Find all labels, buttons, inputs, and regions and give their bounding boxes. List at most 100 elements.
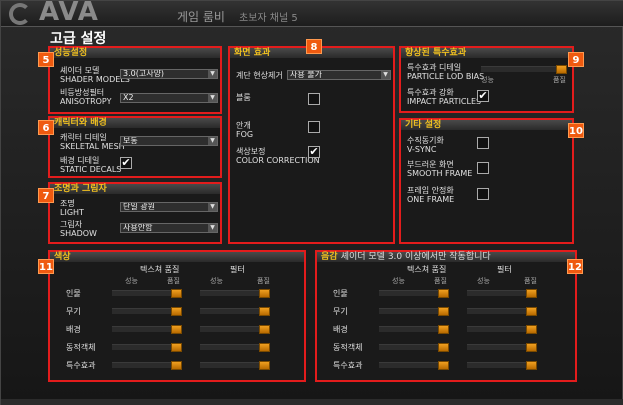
texture-low-label: 성능 [392,277,405,285]
texture-high-label: 품질 [167,277,180,285]
static-checkbox[interactable]: ✔ [120,157,132,169]
vsync-checkbox[interactable] [477,137,489,149]
filter-slider[interactable] [200,343,270,352]
slider-thumb[interactable] [171,361,182,370]
oneframe-label-ko: 프레임 안정화 [407,186,454,195]
slider-thumb[interactable] [171,343,182,352]
slider-thumb[interactable] [171,325,182,334]
slider-thumb[interactable] [259,343,270,352]
fog-checkbox[interactable] [308,121,320,133]
panel-sound-quality: 음감 셰이더 모델 3.0 이상에서만 작동합니다 텍스쳐 품질 필터 성능 품질 성능… [315,250,577,382]
slider-thumb[interactable] [556,65,567,74]
slider-thumb[interactable] [438,325,449,334]
fog-label-ko: 안개 [236,121,251,130]
slider-thumb[interactable] [171,289,182,298]
grid-row-label: 특수효과 [333,361,363,370]
light-label-en: LIGHT [60,208,84,217]
texture-slider[interactable] [379,325,449,334]
chevron-down-icon: ▼ [208,94,217,102]
filter-slider[interactable] [467,307,537,316]
filter-slider[interactable] [467,289,537,298]
filter-slider[interactable] [200,361,270,370]
slider-thumb[interactable] [438,289,449,298]
slider-thumb[interactable] [526,325,537,334]
slider-thumb[interactable] [259,325,270,334]
chevron-down-icon: ▼ [208,203,217,211]
skeletal-value: 보통 [123,136,138,145]
bottom-bar [1,399,623,405]
slider-thumb[interactable] [438,343,449,352]
slider-thumb[interactable] [526,343,537,352]
color-checkbox[interactable]: ✔ [308,146,320,158]
panel-misc: 기타 설정 수직동기화 V-SYNC 부드러운 화면 SMOOTH FRAME … [399,118,574,244]
grid-row-label: 인물 [66,289,81,298]
skeletal-select[interactable]: 보통 ▼ [120,136,218,146]
slider-thumb[interactable] [438,361,449,370]
slider-thumb[interactable] [259,307,270,316]
texture-slider[interactable] [112,307,182,316]
col-filter-label: 필터 [497,265,512,274]
panel-performance: 성능설정 셰이더 모델 SHADER MODELS 3.0(고사양) ▼ 비등방성… [48,46,222,114]
aa-select[interactable]: 사용 불가 ▼ [287,70,391,80]
light-select[interactable]: 단일 광원 ▼ [120,202,218,212]
slider-thumb[interactable] [526,307,537,316]
filter-slider[interactable] [200,289,270,298]
slider-thumb[interactable] [438,307,449,316]
texture-slider[interactable] [379,289,449,298]
aniso-label-ko: 비등방성필터 [60,88,105,97]
slider-thumb[interactable] [259,289,270,298]
panel-character: 캐릭터와 배경 캐릭터 디테일 SKELETAL MESH 보통 ▼ 배경 디테일… [48,116,222,178]
logo-ring-icon [9,3,31,25]
shadow-select[interactable]: 사용안함 ▼ [120,223,218,233]
particle-slider[interactable] [481,65,567,74]
slider-thumb[interactable] [171,307,182,316]
texture-slider[interactable] [379,307,449,316]
oneframe-checkbox[interactable] [477,188,489,200]
channel-label: 초보자 채널 5 [239,13,298,24]
grid-row-label: 무기 [333,307,348,316]
texture-slider[interactable] [112,325,182,334]
panel-title: 캐릭터와 배경 [50,118,220,128]
particle-label-ko: 특수효과 디테일 [407,63,462,72]
aniso-select[interactable]: X2 ▼ [120,93,218,103]
aa-label: 계단 현상제거 [236,71,283,80]
filter-slider[interactable] [467,343,537,352]
impact-checkbox[interactable]: ✔ [477,90,489,102]
badge-6: 6 [38,120,54,135]
shadow-label-en: SHADOW [60,229,97,238]
panel-enhanced-effects: 향상된 특수효과 특수효과 디테일 PARTICLE LOD BIAS 성능 품… [399,46,574,113]
texture-slider[interactable] [112,343,182,352]
grid-row-label: 동적객체 [333,343,363,352]
window-frame: AVA 게임 룸비 초보자 채널 5 고급 설정 성능설정 셰이더 모델 SHA… [0,0,623,405]
panel-title: 조명과 그림자 [50,184,220,194]
texture-slider[interactable] [379,361,449,370]
aa-value: 사용 불가 [290,70,322,79]
badge-8: 8 [306,39,322,54]
slider-thumb[interactable] [259,361,270,370]
texture-slider[interactable] [379,343,449,352]
logo-text: AVA [39,0,99,27]
shader-value: 3.0(고사양) [123,69,165,78]
fog-label-en: FOG [236,130,254,139]
filter-low-label: 성능 [477,277,490,285]
vsync-label-ko: 수직동기화 [407,136,444,145]
panel-title: 향상된 특수효과 [401,48,572,58]
smooth-checkbox[interactable] [477,162,489,174]
filter-slider[interactable] [467,361,537,370]
texture-slider[interactable] [112,361,182,370]
filter-slider[interactable] [467,325,537,334]
bloom-checkbox[interactable] [308,93,320,105]
col-filter-label: 필터 [230,265,245,274]
col-texture-label: 텍스쳐 품질 [407,265,447,274]
light-value: 단일 광원 [123,202,155,211]
slider-thumb[interactable] [526,289,537,298]
chevron-down-icon: ▼ [208,137,217,145]
texture-slider[interactable] [112,289,182,298]
slider-thumb[interactable] [526,361,537,370]
filter-slider[interactable] [200,307,270,316]
bloom-label: 블룸 [236,93,251,102]
skeletal-label-en: SKELETAL MESH [60,142,125,151]
shader-select[interactable]: 3.0(고사양) ▼ [120,69,218,79]
filter-slider[interactable] [200,325,270,334]
badge-10: 10 [568,123,584,138]
